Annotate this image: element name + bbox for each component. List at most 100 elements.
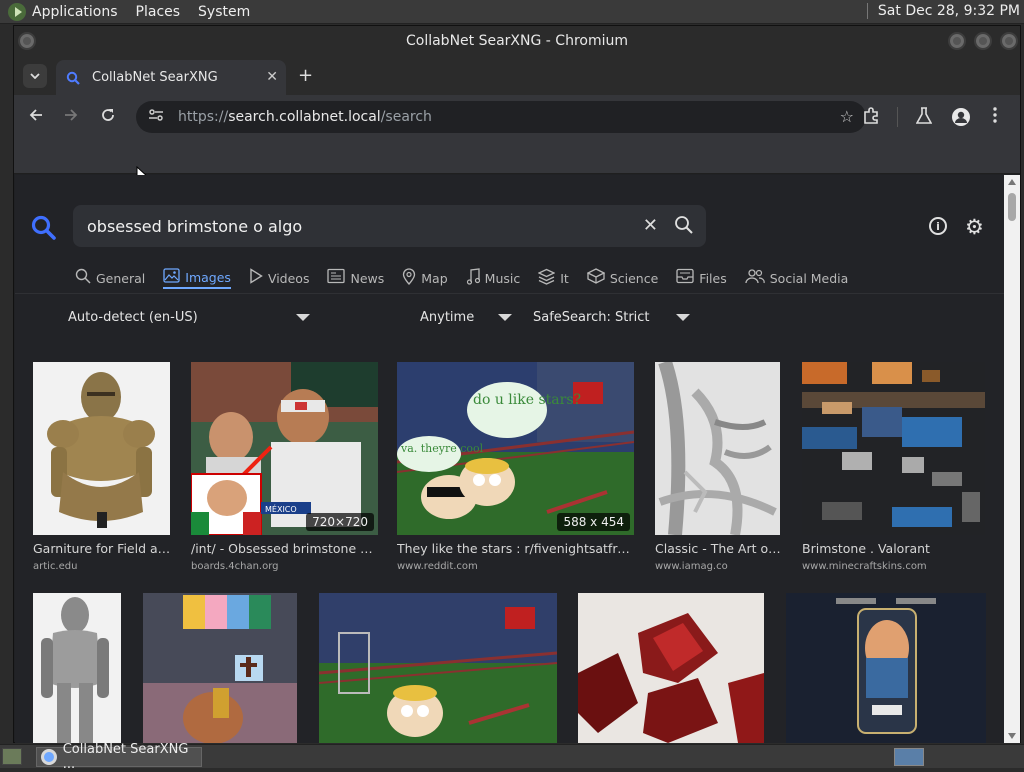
forward-arrow-icon[interactable]: [63, 107, 79, 128]
page-viewport: obsessed brimstone o algo ✕ i ⚙ General …: [15, 175, 1005, 743]
result-thumbnail[interactable]: [33, 362, 170, 535]
site-info-icon[interactable]: [148, 108, 166, 126]
result-thumbnail[interactable]: MÉXICO 720×720: [191, 362, 378, 535]
gear-icon[interactable]: ⚙: [965, 215, 984, 239]
divider: [15, 293, 1005, 294]
bookmark-star-icon[interactable]: ☆: [840, 107, 854, 126]
clock[interactable]: Sat Dec 28, 9:32 PM: [878, 3, 1020, 19]
tab-social-media[interactable]: Social Media: [745, 267, 849, 289]
scroll-down-arrow-icon[interactable]: [1008, 733, 1016, 739]
search-input[interactable]: obsessed brimstone o algo ✕: [73, 205, 706, 247]
tab-search-button[interactable]: [23, 64, 47, 88]
show-desktop-button[interactable]: [2, 748, 22, 765]
os-logo-icon[interactable]: [8, 2, 26, 21]
mexico-label: MÉXICO: [265, 503, 297, 514]
bottom-panel: CollabNet SearXNG ...: [0, 742, 1024, 772]
play-icon: [249, 268, 263, 288]
tab-collabnet-searxng[interactable]: CollabNet SearXNG ✕: [56, 60, 286, 95]
language-value: Auto-detect (en-US): [68, 310, 198, 325]
image-result-7[interactable]: [143, 593, 297, 743]
safesearch-select[interactable]: SafeSearch: Strict: [533, 310, 690, 325]
tab-label: Social Media: [769, 270, 849, 286]
language-select[interactable]: Auto-detect (en-US): [68, 310, 310, 325]
image-result-6[interactable]: [33, 593, 121, 743]
comic-bubble-text-2: va. theyre cool: [400, 442, 484, 455]
result-source: www.minecraftskins.com: [802, 561, 927, 572]
search-submit-icon[interactable]: [674, 215, 694, 239]
minimize-button[interactable]: [948, 32, 966, 50]
close-tab-icon[interactable]: ✕: [266, 69, 278, 85]
result-title[interactable]: Brimstone . Valorant: [802, 541, 985, 556]
tab-images[interactable]: Images: [163, 267, 231, 289]
tab-music[interactable]: Music: [466, 267, 520, 289]
newspaper-icon: [327, 268, 346, 288]
result-thumbnail[interactable]: [655, 362, 780, 535]
tab-label: Map: [421, 270, 448, 286]
maximize-button[interactable]: [974, 32, 992, 50]
window-menu-button[interactable]: [18, 32, 36, 50]
top-panel: Applications Places System Sat Dec 28, 9…: [0, 0, 1024, 24]
tab-label: General: [96, 270, 146, 286]
image-result-10[interactable]: [786, 593, 986, 743]
resolution-badge: 720×720: [306, 513, 374, 531]
tab-label: News: [350, 270, 385, 286]
users-icon: [745, 268, 765, 288]
browser-toolbar: https://search.collabnet.local/search ☆: [14, 95, 1020, 139]
searxng-logo-icon[interactable]: [31, 215, 57, 241]
tab-strip: CollabNet SearXNG ✕ +: [14, 56, 1020, 95]
tab-label: Science: [609, 270, 659, 286]
workspace-switcher[interactable]: [894, 748, 924, 766]
result-source: artic.edu: [33, 561, 78, 572]
safesearch-value: SafeSearch: Strict: [533, 310, 650, 325]
back-arrow-icon[interactable]: [28, 107, 44, 128]
map-pin-icon: [402, 267, 416, 289]
category-tabs: General Images Videos News Map Music It …: [75, 267, 866, 289]
result-title[interactable]: Garniture for Field and Tournament: [33, 541, 173, 556]
profile-avatar-icon[interactable]: [951, 107, 971, 132]
close-window-button[interactable]: [1000, 32, 1018, 50]
reload-icon[interactable]: [100, 107, 116, 128]
clear-search-icon[interactable]: ✕: [643, 215, 658, 236]
applications-menu[interactable]: Applications: [32, 4, 118, 20]
system-menu[interactable]: System: [198, 4, 250, 20]
info-icon[interactable]: i: [929, 217, 947, 235]
tab-title: CollabNet SearXNG: [92, 70, 218, 85]
inbox-icon: [676, 268, 694, 288]
toolbar-divider: [897, 107, 898, 127]
comic-bubble-text-1: do u like stars?: [473, 392, 581, 408]
search-icon: [75, 268, 91, 288]
taskbar-window-button[interactable]: CollabNet SearXNG ...: [36, 742, 202, 772]
chevron-down-icon: [498, 314, 513, 321]
page-scrollbar[interactable]: [1004, 175, 1020, 743]
address-bar[interactable]: https://search.collabnet.local/search ☆: [136, 101, 866, 133]
result-title[interactable]: Classic - The Art of Brimstone: [655, 541, 781, 556]
tab-science[interactable]: Science: [586, 267, 659, 289]
search-query: obsessed brimstone o algo: [87, 216, 303, 236]
time-range-select[interactable]: Anytime: [420, 310, 513, 325]
bookmarks-bar: [14, 139, 1020, 174]
tab-files[interactable]: Files: [676, 267, 727, 289]
tab-news[interactable]: News: [327, 267, 384, 289]
chromium-icon: [41, 749, 57, 765]
tab-videos[interactable]: Videos: [249, 267, 309, 289]
browser-window: CollabNet SearXNG - Chromium CollabNet S…: [13, 25, 1021, 743]
resolution-badge: 588 x 454: [557, 513, 630, 531]
result-thumbnail[interactable]: do u like stars? va. theyre cool 588 x 4…: [397, 362, 634, 535]
result-source: boards.4chan.org: [191, 561, 279, 572]
new-tab-button[interactable]: +: [298, 65, 313, 86]
image-result-8[interactable]: [319, 593, 557, 743]
image-result-9[interactable]: [578, 593, 764, 743]
tab-map[interactable]: Map: [402, 267, 448, 289]
labs-flask-icon[interactable]: [915, 107, 933, 130]
time-range-value: Anytime: [420, 310, 475, 325]
result-title[interactable]: They like the stars : r/fivenightsatfred…: [397, 541, 637, 556]
scroll-thumb[interactable]: [1008, 193, 1016, 221]
tab-general[interactable]: General: [75, 267, 145, 289]
result-thumbnail[interactable]: [802, 362, 985, 535]
extensions-icon[interactable]: [862, 107, 880, 130]
places-menu[interactable]: Places: [136, 4, 181, 20]
more-menu-icon[interactable]: [993, 107, 997, 128]
tab-it[interactable]: It: [537, 267, 569, 289]
result-title[interactable]: /int/ - Obsessed brimstone - Internation…: [191, 541, 376, 556]
scroll-up-arrow-icon[interactable]: [1008, 179, 1016, 185]
